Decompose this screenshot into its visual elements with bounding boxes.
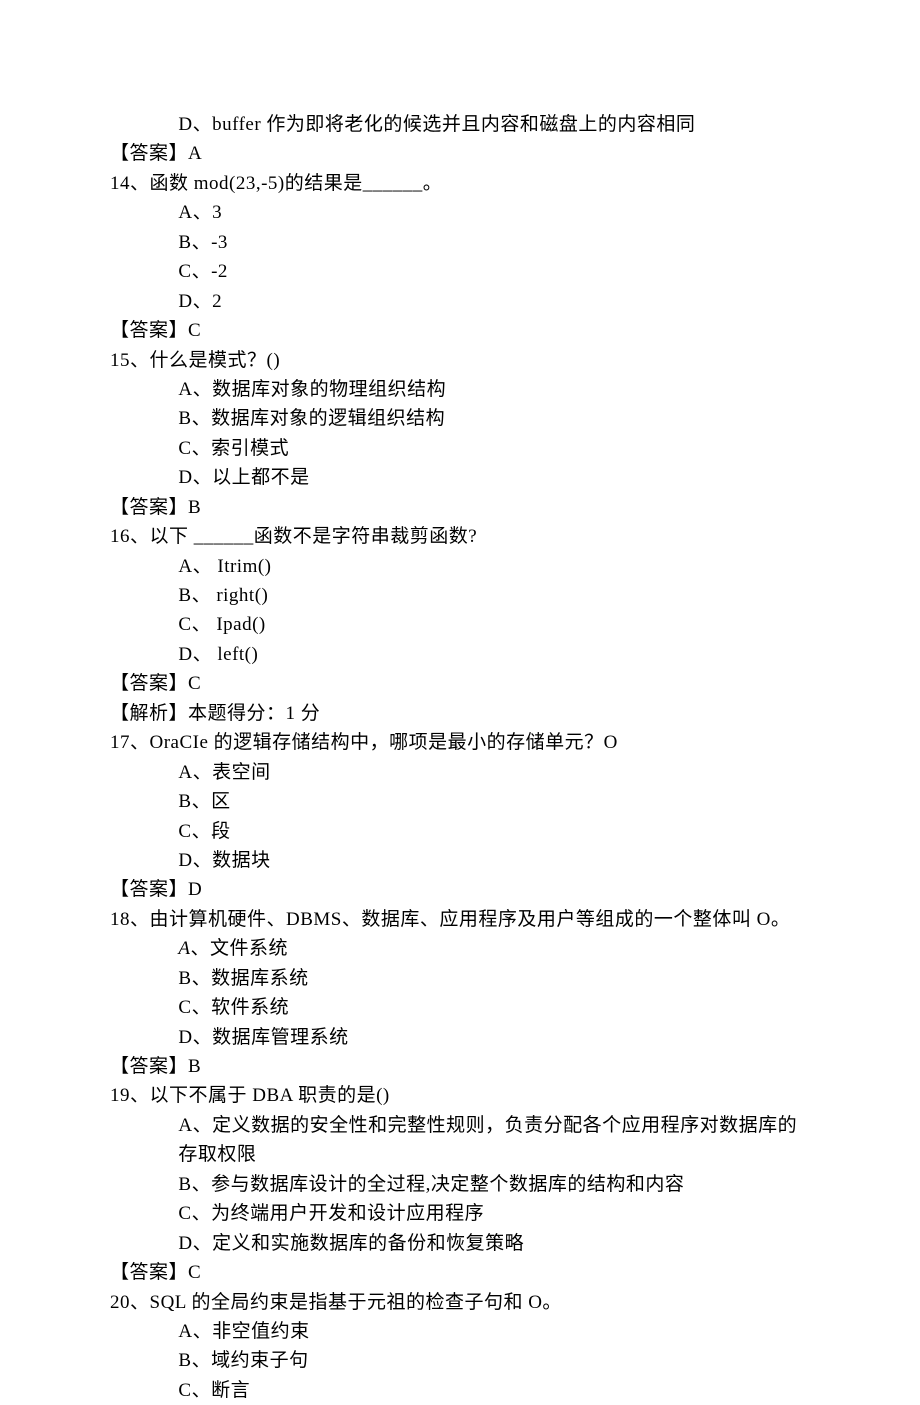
q15-option-c: C、索引模式 <box>110 434 810 463</box>
q15-answer: 【答案】B <box>110 493 810 522</box>
q16-option-a: A、 Itrim() <box>110 552 810 581</box>
q20-option-a: A、非空值约束 <box>110 1317 810 1346</box>
q14-option-b: B、-3 <box>110 228 810 257</box>
q20-option-c: C、断言 <box>110 1376 810 1405</box>
q18-answer: 【答案】B <box>110 1052 810 1081</box>
q14-answer: 【答案】C <box>110 316 810 345</box>
q17-option-c: C、段 <box>110 817 810 846</box>
q15-stem: 15、什么是模式？() <box>110 346 810 375</box>
q17-answer: 【答案】D <box>110 875 810 904</box>
q16-option-d: D、 left() <box>110 640 810 669</box>
q14-option-a: A、3 <box>110 198 810 227</box>
q17-option-a: A、表空间 <box>110 758 810 787</box>
q16-option-b: B、 right() <box>110 581 810 610</box>
q16-answer: 【答案】C <box>110 669 810 698</box>
q20-option-b: B、域约束子句 <box>110 1346 810 1375</box>
q18-option-c: C、软件系统 <box>110 993 810 1022</box>
q17-stem: 17、OraCIe 的逻辑存储结构中，哪项是最小的存储单元？O <box>110 728 810 757</box>
q19-stem: 19、以下不属于 DBA 职责的是() <box>110 1081 810 1110</box>
q19-option-c: C、为终端用户开发和设计应用程序 <box>110 1199 810 1228</box>
q13-option-d: D、buffer 作为即将老化的候选并且内容和磁盘上的内容相同 <box>110 110 810 139</box>
q15-option-b: B、数据库对象的逻辑组织结构 <box>110 404 810 433</box>
q14-option-c: C、-2 <box>110 257 810 286</box>
q16-stem: 16、以下 ______函数不是字符串裁剪函数? <box>110 522 810 551</box>
q18-option-a-letter: A <box>178 938 190 959</box>
q15-option-a: A、数据库对象的物理组织结构 <box>110 375 810 404</box>
q18-option-a: A、文件系统 <box>110 934 810 963</box>
q18-option-b: B、数据库系统 <box>110 964 810 993</box>
q19-option-a: A、定义数据的安全性和完整性规则，负责分配各个应用程序对数据库的存取权限 <box>110 1111 810 1170</box>
q14-option-d: D、2 <box>110 287 810 316</box>
q14-stem: 14、函数 mod(23,-5)的结果是______。 <box>110 169 810 198</box>
q17-option-b: B、区 <box>110 787 810 816</box>
q19-answer: 【答案】C <box>110 1258 810 1287</box>
q19-option-d: D、定义和实施数据库的备份和恢复策略 <box>110 1229 810 1258</box>
q13-answer: 【答案】A <box>110 139 810 168</box>
q18-stem: 18、由计算机硬件、DBMS、数据库、应用程序及用户等组成的一个整体叫 O。 <box>110 905 810 934</box>
q16-option-c: C、 Ipad() <box>110 610 810 639</box>
q16-analysis: 【解析】本题得分：1 分 <box>110 699 810 728</box>
q20-stem: 20、SQL 的全局约束是指基于元祖的检查子句和 O。 <box>110 1288 810 1317</box>
q15-option-d: D、以上都不是 <box>110 463 810 492</box>
q18-option-d: D、数据库管理系统 <box>110 1023 810 1052</box>
q17-option-d: D、数据块 <box>110 846 810 875</box>
q19-option-b: B、参与数据库设计的全过程,决定整个数据库的结构和内容 <box>110 1170 810 1199</box>
q18-option-a-rest: 、文件系统 <box>191 938 289 959</box>
